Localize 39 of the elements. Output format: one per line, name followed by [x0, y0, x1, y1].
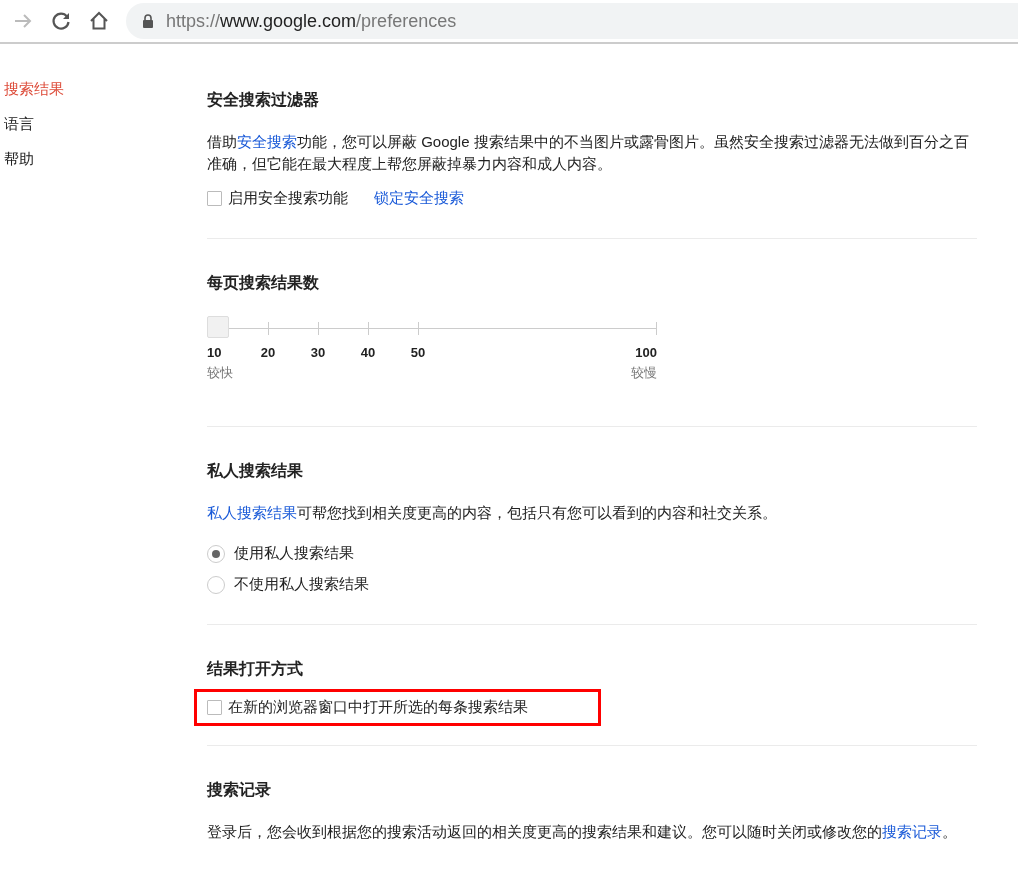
reload-icon[interactable] [50, 10, 72, 32]
slider-tick [268, 322, 269, 335]
section-heading: 私人搜索结果 [207, 461, 303, 481]
inline-link[interactable]: 私人搜索结果 [207, 504, 297, 521]
tick-label: 100 [635, 345, 657, 360]
inline-link[interactable]: 安全搜索 [237, 133, 297, 150]
sidebar-item[interactable]: 帮助 [4, 150, 34, 169]
description-text: 借助安全搜索功能，您可以屏蔽 Google 搜索结果中的不当图片或露骨图片。虽然安全搜索过滤器无法做到百分之百准确，但它能在最大程度上帮您屏蔽掉暴力内容和成人内容。 [207, 132, 970, 174]
checkbox-label[interactable]: 启用安全搜索功能 [228, 189, 348, 208]
inline-link[interactable]: 搜索记录 [882, 823, 942, 840]
home-icon[interactable] [88, 10, 110, 32]
slider-tick [418, 322, 419, 335]
tick-label: 50 [410, 345, 426, 360]
section-heading: 安全搜索过滤器 [207, 90, 319, 110]
lock-safesearch-link[interactable]: 锁定安全搜索 [374, 189, 464, 208]
sidebar-item[interactable]: 语言 [4, 115, 34, 134]
tick-label: 20 [260, 345, 276, 360]
description-text: 登录后，您会收到根据您的搜索活动返回的相关度更高的搜索结果和建议。您可以随时关闭或修改您的搜索记录。 [207, 822, 958, 842]
tick-label: 30 [310, 345, 326, 360]
sidebar-item[interactable]: 搜索结果 [4, 80, 64, 99]
checkbox[interactable] [207, 700, 222, 715]
section-heading: 结果打开方式 [207, 659, 303, 679]
tick-label: 40 [360, 345, 376, 360]
checkbox[interactable] [207, 191, 222, 206]
radio-label[interactable]: 不使用私人搜索结果 [234, 575, 369, 594]
slider-tick [368, 322, 369, 335]
speed-label: 较快 [207, 364, 233, 382]
section-heading: 搜索记录 [207, 780, 271, 800]
slider-thumb[interactable] [207, 316, 229, 338]
speed-label: 较慢 [631, 364, 657, 382]
radio-label[interactable]: 使用私人搜索结果 [234, 544, 354, 563]
lock-icon [142, 14, 154, 28]
url-text[interactable]: https://www.google.com/preferences [166, 10, 457, 32]
slider-tick [318, 322, 319, 335]
tick-label: 10 [207, 345, 222, 360]
description-text: 私人搜索结果可帮您找到相关度更高的内容，包括只有您可以看到的内容和社交关系。 [207, 503, 778, 523]
checkbox-label[interactable]: 在新的浏览器窗口中打开所选的每条搜索结果 [228, 698, 528, 717]
section-heading: 每页搜索结果数 [207, 273, 319, 293]
slider-tick [656, 322, 657, 335]
